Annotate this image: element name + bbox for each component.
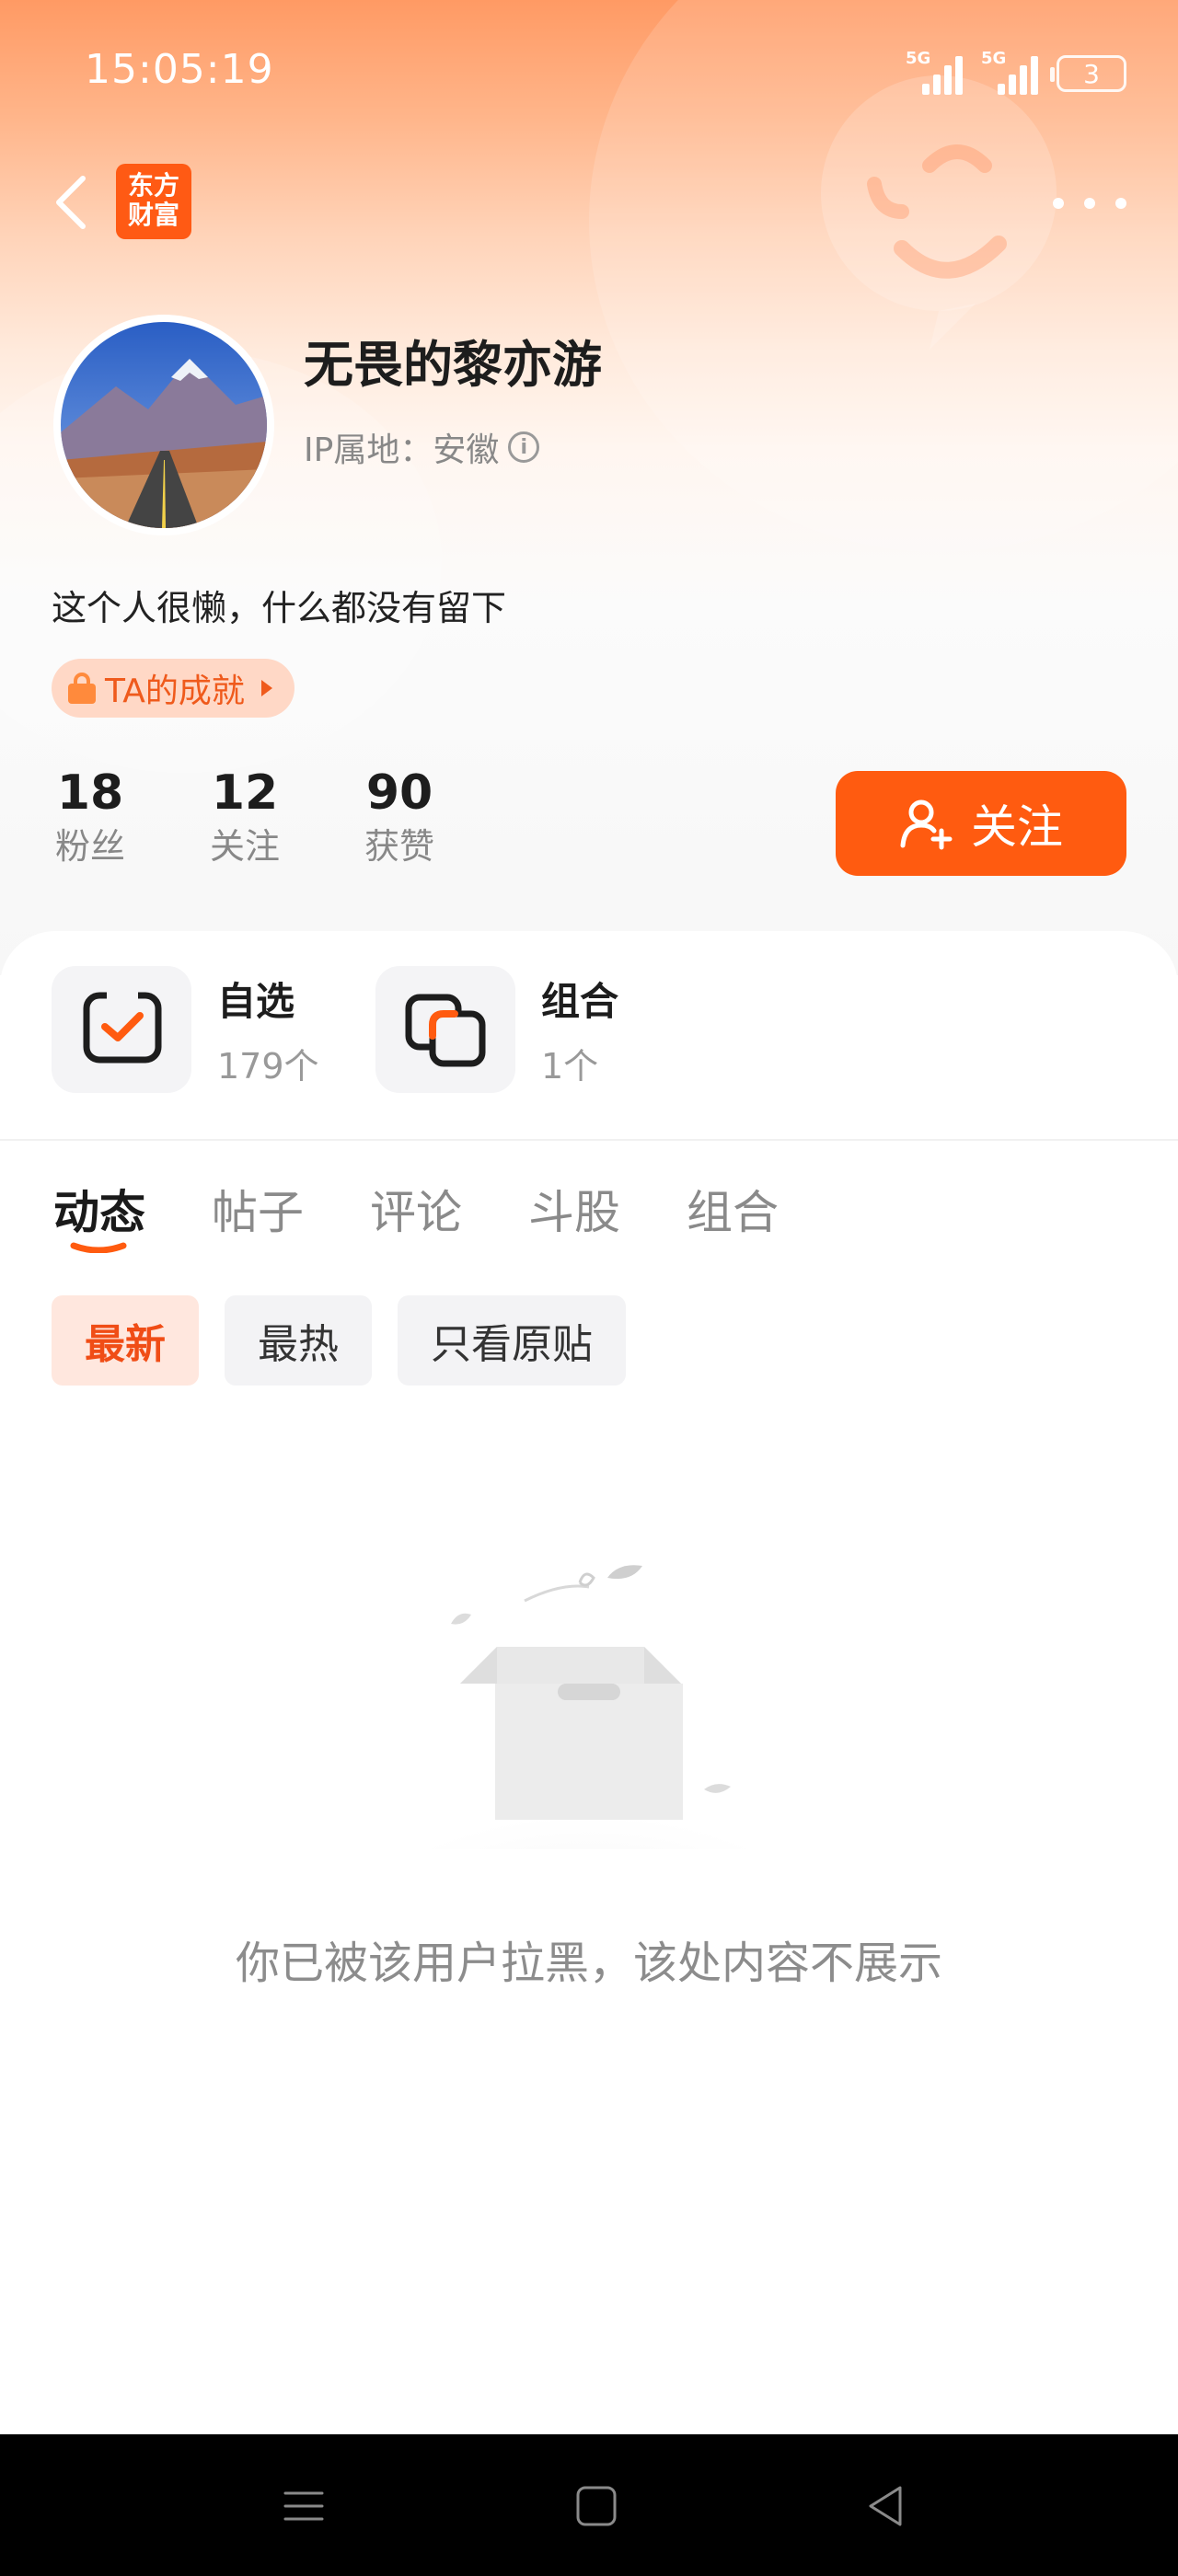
signal-label: 5G [981,49,1007,68]
quick-link-title: 组合 [541,979,619,1024]
status-icons: 5G 5G 3 [906,49,1126,96]
quick-link-count: 179个 [217,1046,319,1087]
section-divider [0,1139,1178,1141]
lock-icon [68,673,96,704]
signal-icon: 5G [981,49,1040,95]
avatar[interactable] [53,315,274,535]
info-icon[interactable]: i [508,431,540,463]
app-logo: 东方 财富 [116,164,191,239]
logo-text-line2: 财富 [127,200,179,230]
filter-original-only[interactable]: 只看原贴 [398,1295,626,1386]
menu-icon[interactable] [278,2480,329,2532]
quick-link-title: 自选 [217,979,295,1024]
tab-portfolio[interactable]: 组合 [687,1176,779,1242]
quick-link-count: 1个 [541,1046,599,1087]
battery-icon: 3 [1050,55,1126,92]
content-tabs: 动态 帖子 评论 斗股 组合 [53,1176,779,1242]
stat-value: 12 [211,765,279,821]
follow-button-label: 关注 [971,800,1063,854]
add-user-icon [900,799,953,850]
stat-following[interactable]: 12 关注 [204,764,285,870]
stat-value: 90 [365,765,433,821]
more-dot-icon [1115,198,1126,209]
username: 无畏的黎亦游 [304,336,602,394]
tab-dynamics[interactable]: 动态 [53,1176,145,1242]
tab-comments[interactable]: 评论 [370,1176,462,1242]
filter-chips: 最新 最热 只看原贴 [52,1295,626,1386]
active-tab-indicator [70,1242,127,1253]
achievement-label: TA的成就 [105,673,245,710]
home-icon[interactable] [571,2480,622,2532]
portfolio-icon [375,966,515,1093]
stat-label: 粉丝 [54,826,125,867]
avatar-image [61,322,267,528]
follow-button[interactable]: 关注 [836,771,1126,876]
tab-posts[interactable]: 帖子 [212,1176,304,1242]
empty-state-message: 你已被该用户拉黑，该处内容不展示 [235,1938,942,1989]
battery-level: 3 [1083,58,1100,89]
filter-latest[interactable]: 最新 [52,1295,199,1386]
tab-stock-battle[interactable]: 斗股 [528,1176,620,1242]
quick-link-portfolio[interactable]: 组合 1个 [375,966,618,1093]
watchlist-icon [52,966,191,1093]
quick-link-watchlist[interactable]: 自选 179个 [52,966,319,1093]
back-triangle-icon[interactable] [861,2480,913,2532]
chevron-left-icon [56,176,86,229]
signal-icon: 5G [906,49,964,95]
ip-location-text: IP属地：安徽 [304,431,500,469]
signal-label: 5G [906,49,931,68]
play-arrow-icon [260,680,272,696]
system-navigation-bar [0,2434,1178,2576]
stat-likes[interactable]: 90 获赞 [359,764,440,870]
logo-text-line1: 东方 [127,170,179,201]
ip-location: IP属地：安徽 i [304,423,540,471]
stat-label: 关注 [209,826,280,867]
more-dot-icon [1084,198,1095,209]
status-time: 15:05:19 [85,46,274,93]
stat-value: 18 [56,765,124,821]
stat-label: 获赞 [364,826,434,867]
more-dot-icon [1053,198,1064,209]
empty-box-illustration [368,1565,810,1849]
stat-followers[interactable]: 18 粉丝 [50,764,131,870]
user-bio: 这个人很懒，什么都没有留下 [52,588,507,628]
back-button[interactable] [44,166,99,239]
achievement-badge[interactable]: TA的成就 [52,659,294,718]
more-options-button[interactable] [1053,180,1126,226]
filter-hottest[interactable]: 最热 [225,1295,372,1386]
status-bar: 15:05:19 5G 5G 3 [0,0,1178,147]
